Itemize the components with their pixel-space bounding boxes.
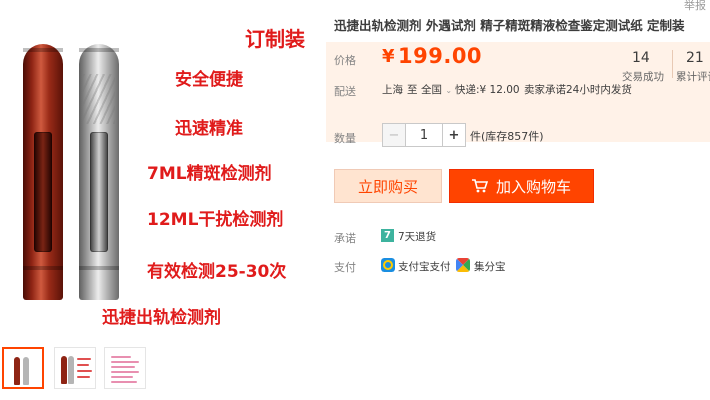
alipay-icon [381,258,395,272]
report-link[interactable]: 举报 [684,0,706,13]
main-product-image: 订制装 安全便捷 迅速精准 7ML精斑检测剂 12ML干扰检测剂 有效检测25-… [0,0,322,335]
shipping-label: 配送 [334,85,356,98]
ship-promise: 卖家承诺24小时内发货 [524,84,632,96]
ship-destination-select[interactable]: 全国 ⌄ [421,82,452,97]
promo-line-custom: 订制装 [245,27,305,51]
promo-line-effective: 有效检测25-30次 [147,262,287,282]
product-title: 迅捷出轨检测剂 外遇试剂 精子精斑精液检查鉴定测试纸 定制装 [334,18,685,33]
quantity-decrease-button[interactable]: − [382,123,406,147]
buy-now-button[interactable]: 立即购买 [334,169,442,203]
thumbnail-1[interactable] [2,347,44,389]
payment-jifenbao: 集分宝 [474,261,506,273]
reviews-count[interactable]: 21 [686,50,704,66]
ship-to-prefix: 至 [407,84,418,96]
thumbnail-3[interactable] [104,347,146,389]
price-currency: ¥ [382,46,395,67]
thumbnail-2[interactable] [54,347,96,389]
quantity-input[interactable]: 1 [405,123,443,147]
red-vial-image [23,44,63,300]
promo-line-7ml: 7ML精斑检测剂 [147,164,272,184]
promo-line-safe: 安全便捷 [175,70,243,90]
price-label: 价格 [334,54,356,67]
silver-vial-image [79,44,119,300]
stock-info: 件(库存857件) [470,130,544,143]
ship-destination: 全国 [421,84,442,96]
quantity-increase-button[interactable]: + [442,123,466,147]
payment-alipay: 支付宝支付 [398,261,451,273]
ship-from: 上海 [382,84,403,96]
chevron-down-icon: ⌄ [445,86,453,95]
ship-express-fee: 快递:¥ 12.00 [455,84,520,96]
sales-count[interactable]: 14 [632,50,650,66]
payment-label: 支付 [334,261,356,274]
promo-line-brand: 迅捷出轨检测剂 [102,308,221,328]
guarantee-label: 承诺 [334,232,356,245]
add-to-cart-label: 加入购物车 [495,177,571,196]
guarantee-text[interactable]: 7天退货 [398,229,436,244]
add-to-cart-button[interactable]: 加入购物车 [449,169,594,203]
cart-icon [471,179,488,193]
promo-line-fast: 迅速精准 [175,119,243,139]
price-value: 199.00 [398,44,483,68]
seven-day-return-icon: 7 [381,229,394,242]
promo-line-12ml: 12ML干扰检测剂 [147,210,284,230]
jifenbao-icon [456,258,470,272]
stats-divider [672,50,673,78]
quantity-label: 数量 [334,132,356,145]
reviews-label: 累计评论 [676,71,710,83]
